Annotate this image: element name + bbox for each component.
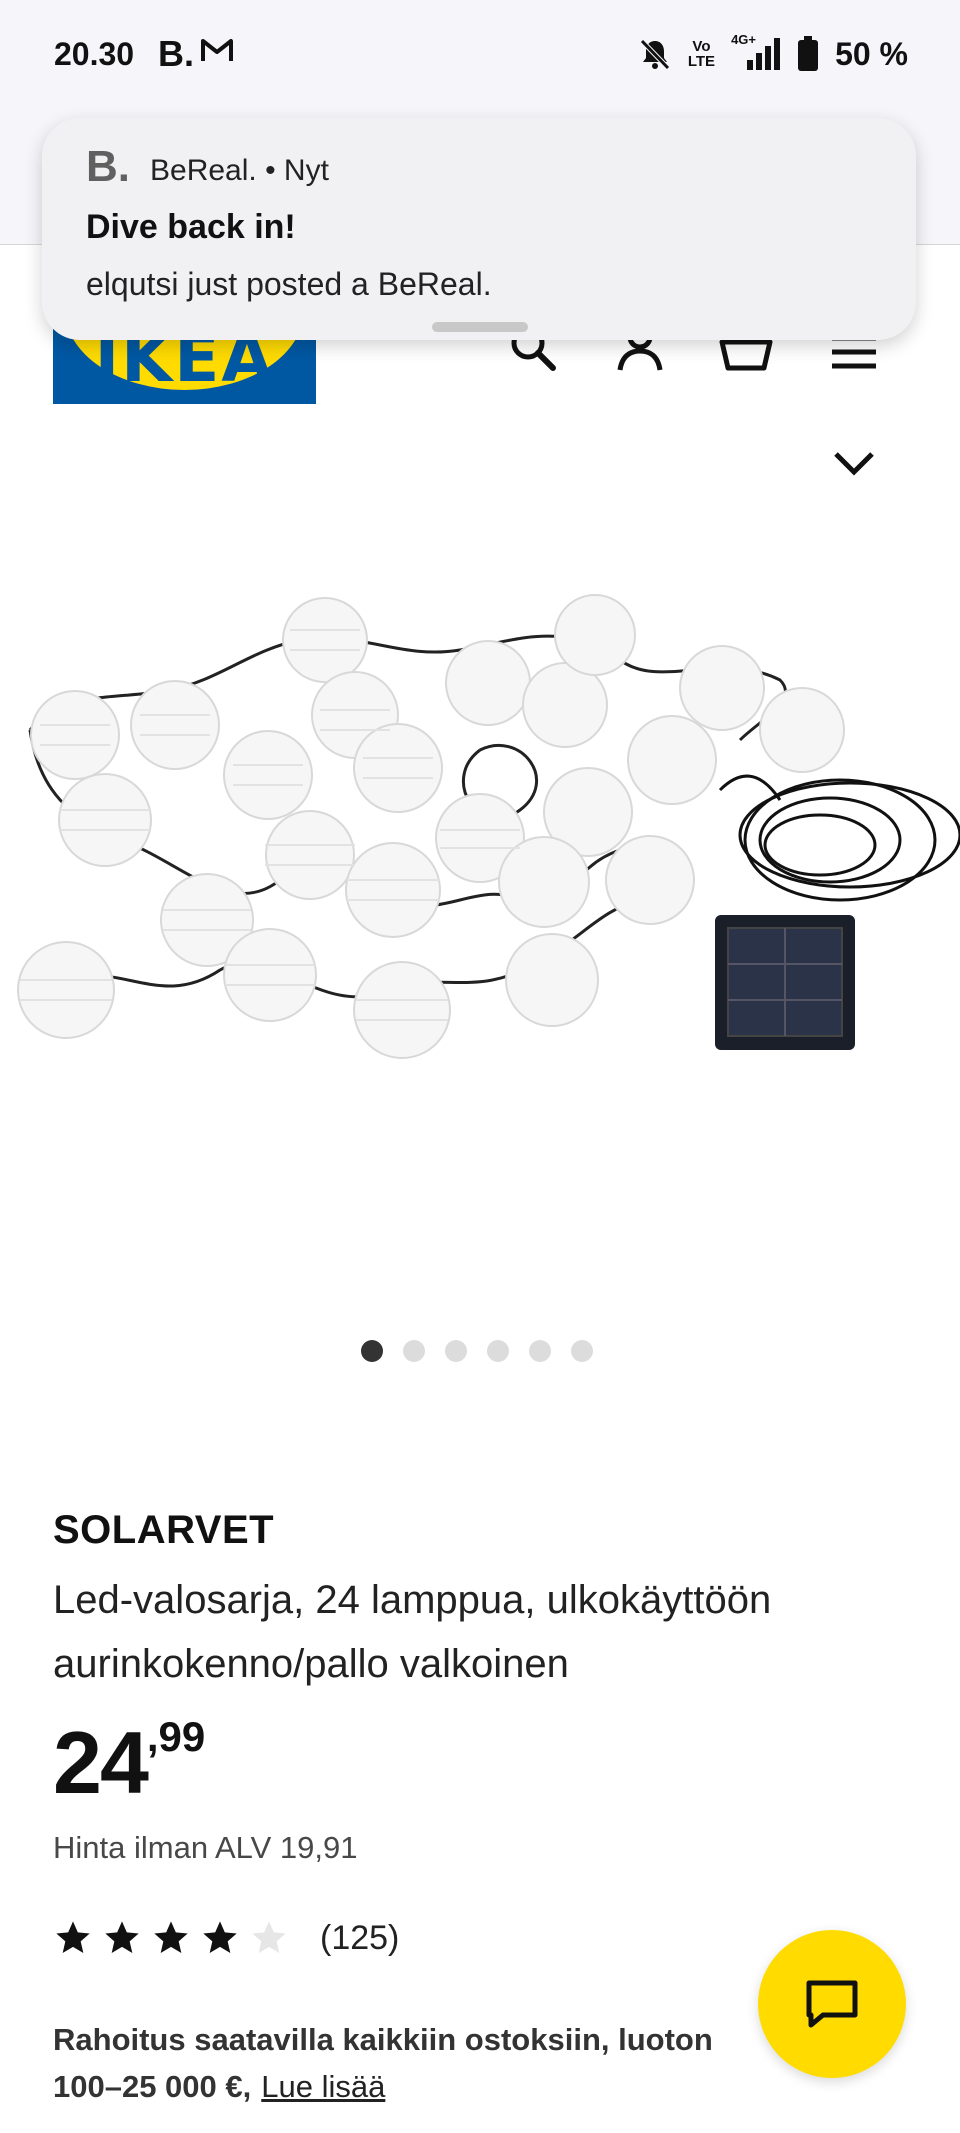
product-price: 24,99 xyxy=(53,1712,205,1814)
image-carousel-dots[interactable] xyxy=(361,1340,593,1362)
bereal-notification[interactable]: B. BeReal. • Nyt Dive back in! elqutsi j… xyxy=(42,118,916,340)
volte-icon: Vo LTE xyxy=(687,38,716,70)
chat-icon xyxy=(806,1980,858,2028)
product-image[interactable] xyxy=(0,540,960,1100)
mute-bell-icon xyxy=(640,39,670,70)
battery-icon xyxy=(798,36,819,71)
battery-percent: 50 % xyxy=(835,35,908,72)
product-name: SOLARVET xyxy=(53,1508,275,1552)
bereal-status-icon: B. xyxy=(158,33,194,74)
carousel-dot[interactable] xyxy=(487,1340,509,1362)
chevron-down-icon[interactable] xyxy=(832,448,876,478)
carousel-dot[interactable] xyxy=(571,1340,593,1362)
product-rating[interactable]: (125) xyxy=(53,1918,399,1958)
product-description: Led-valosarja, 24 lamppua, ulkokäyttöön … xyxy=(53,1578,772,1686)
carousel-dot[interactable] xyxy=(445,1340,467,1362)
gmail-icon xyxy=(201,39,233,61)
chat-button[interactable] xyxy=(758,1930,906,2078)
notification-body: elqutsi just posted a BeReal. xyxy=(86,266,492,302)
star-filled-icon xyxy=(154,1921,188,1953)
carousel-dot[interactable] xyxy=(361,1340,383,1362)
star-empty-icon xyxy=(252,1921,286,1953)
star-filled-icon xyxy=(105,1921,139,1953)
price-decimal: ,99 xyxy=(146,1713,206,1760)
price-integer: 24 xyxy=(53,1713,149,1812)
price-without-vat: Hinta ilman ALV 19,91 xyxy=(53,1830,358,1865)
status-time: 20.30 xyxy=(54,36,135,72)
carousel-dot[interactable] xyxy=(403,1340,425,1362)
notification-title: Dive back in! xyxy=(86,208,296,246)
notification-handle[interactable] xyxy=(432,322,528,332)
star-filled-icon xyxy=(56,1921,90,1953)
notification-app-line: BeReal. • Nyt xyxy=(150,154,329,187)
status-bar: 20.30 B. Vo LTE 4G+ 50 % xyxy=(0,0,960,110)
status-right: Vo LTE 4G+ 50 % xyxy=(638,32,908,74)
rating-count: (125) xyxy=(320,1918,400,1957)
carousel-dot[interactable] xyxy=(529,1340,551,1362)
read-more-link[interactable]: Lue lisää xyxy=(261,2069,385,2104)
bereal-app-icon: B. xyxy=(86,142,130,191)
star-filled-icon xyxy=(203,1921,237,1953)
financing-info: Rahoitus saatavilla kaikkiin ostoksiin, … xyxy=(53,2016,773,2110)
signal-icon: 4G+ xyxy=(731,32,781,72)
